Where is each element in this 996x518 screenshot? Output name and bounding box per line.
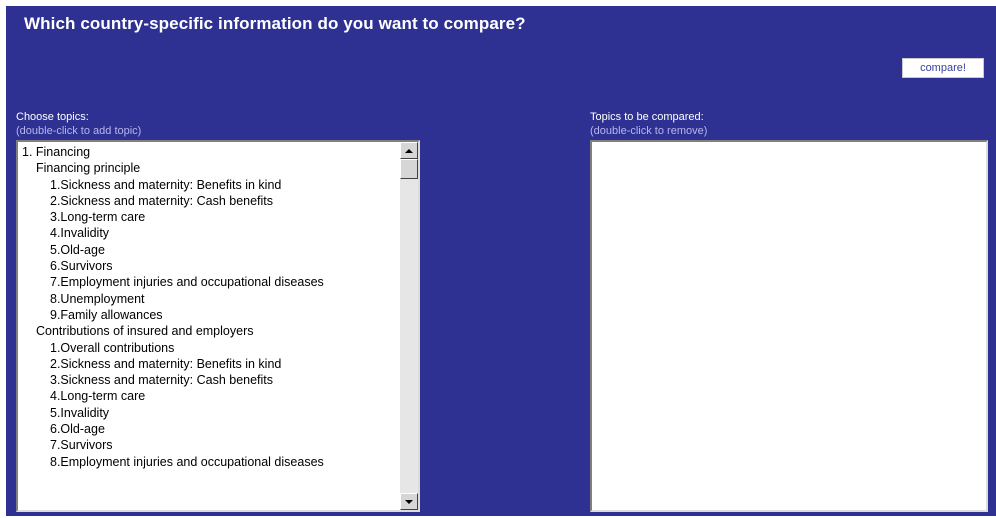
compared-topics-hint: (double-click to remove) bbox=[590, 125, 708, 137]
topic-option[interactable]: 9.Family allowances bbox=[20, 307, 398, 323]
topic-option[interactable]: 7.Employment injuries and occupational d… bbox=[20, 274, 398, 290]
topic-option[interactable]: 7.Survivors bbox=[20, 437, 398, 453]
choose-topics-label-group: Choose topics: (double-click to add topi… bbox=[16, 110, 141, 138]
topic-option[interactable]: Financing principle bbox=[20, 160, 398, 176]
scroll-down-arrow-icon bbox=[405, 499, 413, 504]
topic-option[interactable]: 1.Overall contributions bbox=[20, 340, 398, 356]
compared-topics-label-group: Topics to be compared: (double-click to … bbox=[590, 110, 707, 138]
topic-option[interactable]: Contributions of insured and employers bbox=[20, 323, 398, 339]
topic-option[interactable]: 1. Financing bbox=[20, 144, 398, 160]
choose-topics-hint: (double-click to add topic) bbox=[16, 125, 142, 137]
page-frame: Which country-specific information do yo… bbox=[0, 0, 996, 518]
topic-option[interactable]: 3.Long-term care bbox=[20, 209, 398, 225]
topics-listbox[interactable]: 1. Financing Financing principle 1.Sicknes… bbox=[16, 140, 420, 512]
topic-option[interactable]: 8.Unemployment bbox=[20, 291, 398, 307]
topic-option[interactable]: 6.Survivors bbox=[20, 258, 398, 274]
scroll-thumb[interactable] bbox=[400, 159, 418, 179]
topic-option[interactable]: 3.Sickness and maternity: Cash benefits bbox=[20, 372, 398, 388]
topic-option[interactable]: 1.Sickness and maternity: Benefits in ki… bbox=[20, 177, 398, 193]
scroll-down-button[interactable] bbox=[400, 493, 418, 510]
topic-option[interactable]: 5.Old-age bbox=[20, 242, 398, 258]
compared-topics-list bbox=[594, 144, 966, 510]
topic-option[interactable]: 4.Invalidity bbox=[20, 225, 398, 241]
scroll-up-button[interactable] bbox=[400, 142, 418, 159]
topic-option[interactable]: 8.Employment injuries and occupational d… bbox=[20, 454, 398, 470]
compared-topics-label: Topics to be compared: bbox=[590, 111, 704, 123]
scroll-up-arrow-icon bbox=[405, 148, 413, 153]
choose-topics-label: Choose topics: bbox=[16, 111, 89, 123]
compared-topics-listbox[interactable] bbox=[590, 140, 988, 512]
topic-option[interactable]: 4.Long-term care bbox=[20, 388, 398, 404]
topic-option[interactable]: 2.Sickness and maternity: Benefits in ki… bbox=[20, 356, 398, 372]
topic-option[interactable]: 6.Old-age bbox=[20, 421, 398, 437]
compare-button[interactable]: compare! bbox=[902, 58, 984, 78]
topics-list: 1. Financing Financing principle 1.Sicknes… bbox=[20, 144, 398, 510]
page-title: Which country-specific information do yo… bbox=[24, 14, 526, 33]
topic-option[interactable]: 5.Invalidity bbox=[20, 405, 398, 421]
topics-scrollbar[interactable] bbox=[400, 142, 418, 510]
topic-option[interactable]: 2.Sickness and maternity: Cash benefits bbox=[20, 193, 398, 209]
